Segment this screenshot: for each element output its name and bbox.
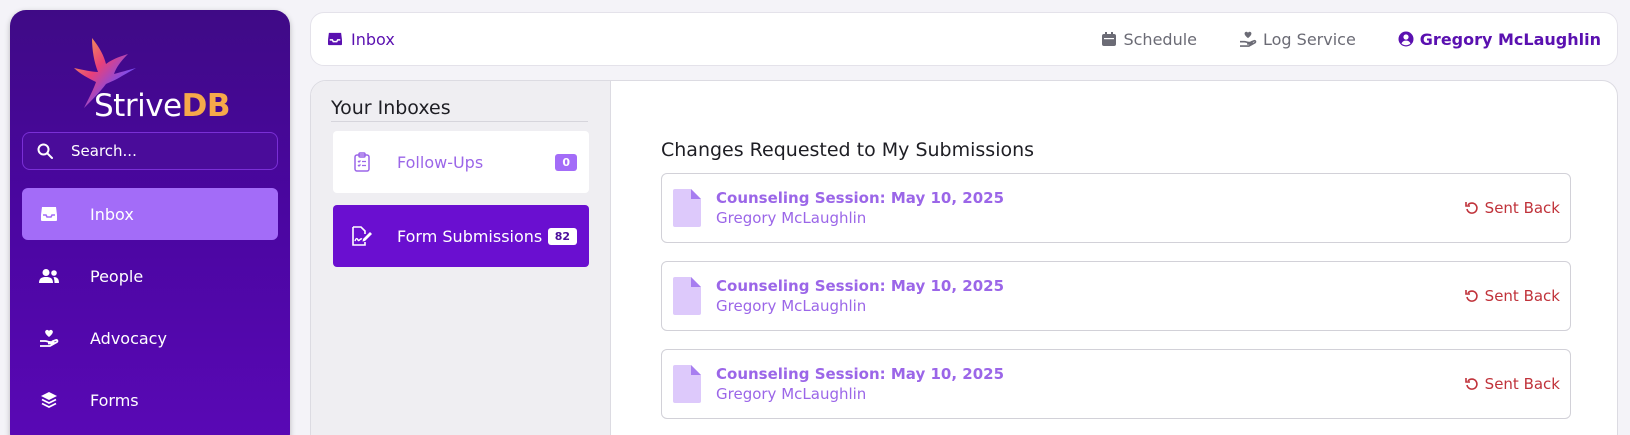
user-menu[interactable]: Gregory McLaughlin — [1398, 30, 1601, 49]
document-icon — [672, 277, 702, 315]
schedule-link[interactable]: Schedule — [1101, 30, 1197, 49]
sidebar-item-label: Advocacy — [90, 328, 167, 348]
document-signature-icon — [351, 226, 373, 246]
undo-icon — [1464, 378, 1478, 390]
sidebar-item-advocacy[interactable]: Advocacy — [22, 312, 278, 364]
count-badge: 0 — [555, 153, 577, 171]
user-name: Gregory McLaughlin — [1419, 29, 1601, 49]
document-icon — [672, 365, 702, 403]
search-input[interactable] — [71, 142, 251, 160]
brand-wordmark: StriveDB — [94, 88, 230, 124]
divider — [331, 121, 588, 122]
user-circle-icon — [1398, 31, 1414, 47]
status-label: Sent Back — [1484, 287, 1560, 305]
submission-card[interactable]: Counseling Session: May 10, 2025 Gregory… — [661, 173, 1571, 243]
breadcrumb-label: Inbox — [351, 29, 395, 49]
breadcrumb[interactable]: Inbox — [327, 30, 395, 49]
log-service-link[interactable]: Log Service — [1239, 30, 1356, 49]
sidebar-item-inbox[interactable]: Inbox — [22, 188, 278, 240]
search-box[interactable] — [22, 132, 278, 170]
count-badge: 82 — [547, 227, 577, 245]
main-panel: Your Inboxes Follow-Ups 0 Form Submissio… — [310, 80, 1618, 435]
submission-title: Counseling Session: May 10, 2025 — [716, 277, 1005, 295]
sidebar-item-label: People — [90, 266, 144, 286]
inbox-icon — [38, 206, 60, 222]
section-heading: Changes Requested to My Submissions — [661, 139, 1035, 161]
log-service-label: Log Service — [1263, 29, 1356, 49]
inbox-list-panel: Your Inboxes Follow-Ups 0 Form Submissio… — [311, 81, 611, 435]
top-bar: Inbox Schedule Log Service Gregory McLau… — [310, 12, 1618, 66]
calendar-icon — [1102, 32, 1117, 46]
clipboard-list-icon — [351, 152, 373, 172]
search-icon — [37, 143, 53, 159]
hand-heart-icon — [38, 329, 60, 347]
sidebar-item-label: Inbox — [90, 204, 134, 224]
status-badge: Sent Back — [1464, 375, 1560, 393]
inbox-item-label: Follow-Ups — [397, 152, 484, 172]
undo-icon — [1464, 202, 1478, 214]
sidebar-item-label: Forms — [90, 390, 139, 410]
inbox-item-follow-ups[interactable]: Follow-Ups 0 — [333, 131, 589, 193]
inbox-item-label: Form Submissions — [397, 226, 543, 246]
sidebar-item-forms[interactable]: Forms — [22, 374, 278, 426]
submission-card[interactable]: Counseling Session: May 10, 2025 Gregory… — [661, 349, 1571, 419]
inbox-icon — [328, 32, 342, 46]
status-badge: Sent Back — [1464, 287, 1560, 305]
layers-icon — [38, 391, 60, 409]
submission-author: Gregory McLaughlin — [716, 297, 867, 315]
submission-author: Gregory McLaughlin — [716, 385, 867, 403]
schedule-label: Schedule — [1123, 29, 1197, 49]
sidebar-item-people[interactable]: People — [22, 250, 278, 302]
submission-title: Counseling Session: May 10, 2025 — [716, 365, 1005, 383]
inboxes-heading: Your Inboxes — [331, 97, 451, 119]
hand-heart-icon — [1240, 31, 1257, 47]
submission-title: Counseling Session: May 10, 2025 — [716, 189, 1005, 207]
people-icon — [38, 268, 60, 284]
sidebar: StriveDB Inbox People Advocacy Forms — [10, 10, 290, 435]
top-actions: Schedule Log Service Gregory McLaughlin — [1059, 30, 1601, 49]
submission-author: Gregory McLaughlin — [716, 209, 867, 227]
status-label: Sent Back — [1484, 199, 1560, 217]
submission-card[interactable]: Counseling Session: May 10, 2025 Gregory… — [661, 261, 1571, 331]
status-badge: Sent Back — [1464, 199, 1560, 217]
undo-icon — [1464, 290, 1478, 302]
inbox-item-form-submissions[interactable]: Form Submissions 82 — [333, 205, 589, 267]
document-icon — [672, 189, 702, 227]
status-label: Sent Back — [1484, 375, 1560, 393]
